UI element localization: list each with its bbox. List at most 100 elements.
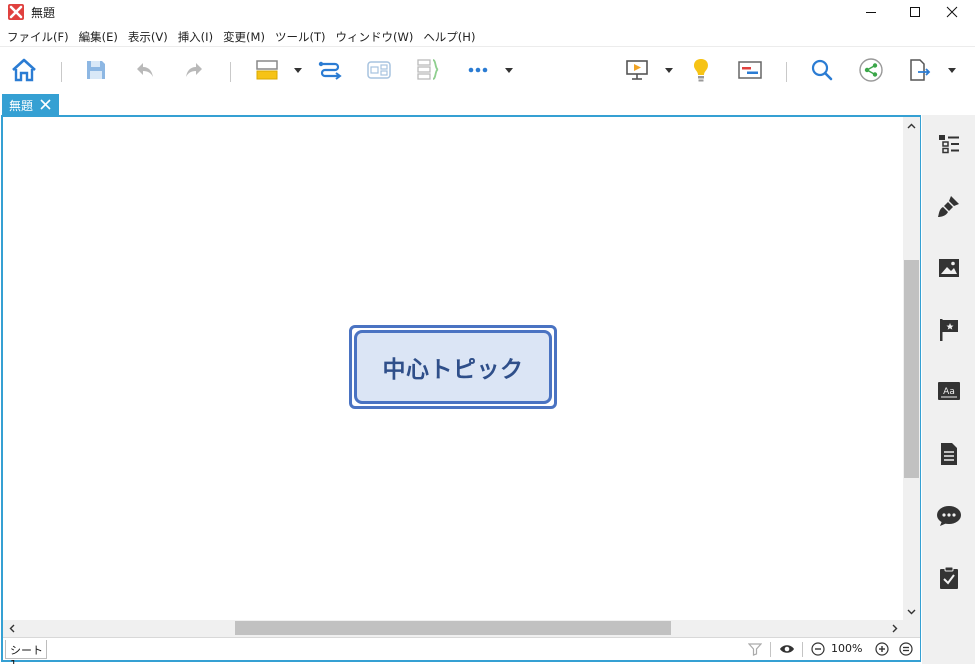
home-button[interactable] [9,55,39,85]
fit-icon [899,642,913,656]
relationship-icon [318,61,342,80]
tab-label: 無題 [9,98,34,113]
image-button[interactable] [936,255,962,281]
text-style-icon: Aa [938,382,960,400]
zoom-out-icon [811,642,825,656]
redo-icon [186,63,202,77]
close-button[interactable] [929,0,975,24]
export-dropdown[interactable] [947,66,957,76]
close-icon [946,6,958,18]
insert-topic-dropdown[interactable] [293,66,303,76]
menu-view[interactable]: 表示(V) [123,26,173,46]
menu-help[interactable]: ヘルプ(H) [418,26,480,46]
more-dropdown[interactable] [504,66,514,76]
menu-edit[interactable]: 編集(E) [74,26,123,46]
sheet-tab[interactable]: シート 1 [5,640,47,664]
scroll-right-button[interactable] [886,620,903,637]
zoom-out-button[interactable] [810,641,826,657]
presentation-dropdown[interactable] [664,66,674,76]
status-separator [770,642,771,657]
share-button[interactable] [856,55,886,85]
image-icon [939,259,959,277]
comment-button[interactable] [936,503,962,529]
vertical-scrollbar[interactable] [903,117,920,620]
task-button[interactable] [936,565,962,591]
window-title: 無題 [31,6,56,20]
scroll-up-button[interactable] [903,117,920,134]
mindmap-canvas-frame: 中心トピック シート 100% [1,115,921,664]
central-topic-box: 中心トピック [354,330,552,404]
relationship-button[interactable] [315,55,345,85]
fit-map-button[interactable] [898,641,914,657]
insert-topic-button[interactable] [252,55,282,85]
caret-down-icon [665,68,673,73]
marker-button[interactable] [936,317,962,343]
zoom-level: 100% [831,642,863,655]
notes-button[interactable] [936,441,962,467]
status-bar: シート 1 100% [3,637,920,664]
filter-button[interactable] [747,641,763,657]
sheet-tab-label: シート 1 [10,644,43,664]
central-topic-text: 中心トピック [382,357,524,383]
text-style-button[interactable]: Aa [936,379,962,405]
export-icon [910,59,931,81]
save-button[interactable] [81,55,111,85]
gantt-icon [738,61,762,79]
scroll-down-button[interactable] [903,603,920,620]
summary-button[interactable] [413,55,443,85]
menu-file[interactable]: ファイル(F) [2,26,74,46]
zoom-in-icon [875,642,889,656]
home-icon [12,58,36,82]
horizontal-scroll-thumb[interactable] [235,621,671,635]
export-button[interactable] [905,55,935,85]
redo-button[interactable] [179,55,209,85]
caret-down-icon [505,68,513,73]
format-brush-icon [938,196,959,217]
chevron-left-icon [9,624,14,633]
scroll-left-button[interactable] [3,620,20,637]
insert-topic-icon [256,60,278,80]
chevron-down-icon [907,609,916,614]
menu-modify[interactable]: 変更(M) [218,26,270,46]
outline-button[interactable] [936,131,962,157]
title-bar: 無題 [0,0,975,24]
toolbar-separator [230,62,231,82]
marker-flag-icon [940,319,958,341]
caret-down-icon [294,68,302,73]
mindmap-canvas[interactable]: 中心トピック [3,117,903,620]
visibility-button[interactable] [779,641,795,657]
central-topic[interactable]: 中心トピック [349,325,557,409]
presentation-button[interactable] [622,55,652,85]
menu-insert[interactable]: 挿入(I) [173,26,218,46]
search-icon [811,59,833,81]
search-button[interactable] [807,55,837,85]
chevron-right-icon [892,624,897,633]
brainstorm-button[interactable] [686,55,716,85]
toolbar-separator [61,62,62,82]
undo-icon [137,63,153,77]
vertical-scroll-thumb[interactable] [904,260,919,478]
presentation-icon [626,60,648,80]
minimize-icon [866,12,876,13]
menu-bar: ファイル(F) 編集(E) 表示(V) 挿入(I) 変更(M) ツール(T) ウ… [0,26,975,46]
format-button[interactable] [936,193,962,219]
close-tab-icon[interactable] [40,99,51,110]
summary-icon [417,59,439,80]
caret-down-icon [948,68,956,73]
undo-button[interactable] [130,55,160,85]
horizontal-scrollbar[interactable] [3,620,920,637]
menu-tools[interactable]: ツール(T) [270,26,331,46]
zoom-in-button[interactable] [874,641,890,657]
menu-window[interactable]: ウィンドウ(W) [330,26,418,46]
app-logo-icon [8,4,24,20]
right-side-panel: Aa [922,115,975,664]
minimize-button[interactable] [848,0,894,24]
boundary-button[interactable] [364,55,394,85]
toolbar-separator [786,62,787,82]
svg-text:Aa: Aa [943,387,955,397]
tab-untitled[interactable]: 無題 [2,94,59,116]
status-separator [802,642,803,657]
chevron-up-icon [907,123,916,128]
more-button[interactable] [463,55,493,85]
gantt-button[interactable] [735,55,765,85]
